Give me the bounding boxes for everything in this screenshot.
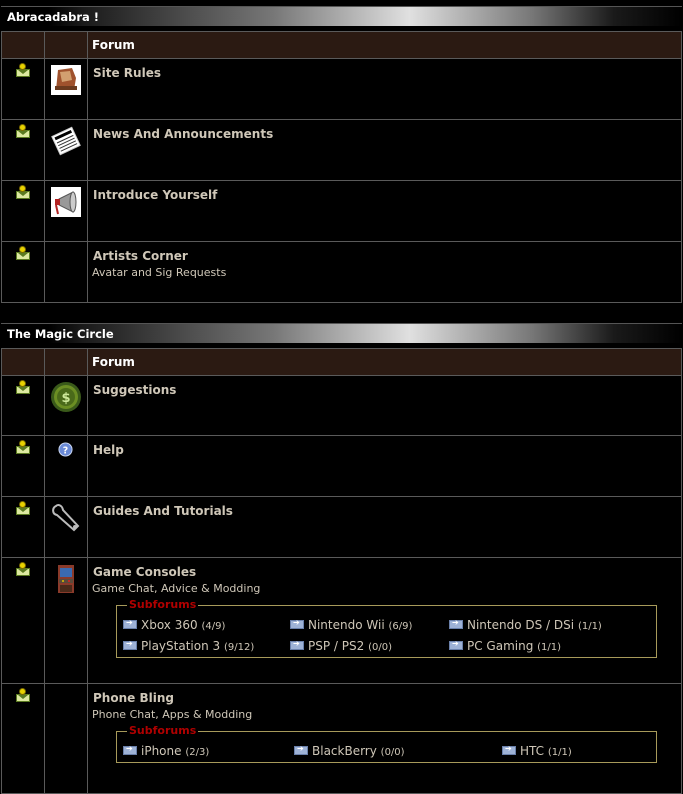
svg-text:?: ?	[63, 445, 68, 456]
forum-title-link[interactable]: Phone Bling	[93, 691, 681, 705]
subforum-link[interactable]: PlayStation 3 (9/12)	[123, 639, 290, 653]
subforum-link[interactable]: BlackBerry (0/0)	[294, 744, 502, 758]
no-new-posts-icon	[16, 124, 30, 138]
forum-description: Avatar and Sig Requests	[92, 266, 227, 279]
forum-title-link[interactable]: News And Announcements	[93, 127, 681, 141]
icon-cell	[44, 58, 88, 120]
svg-text:$: $	[61, 391, 70, 406]
forum-row: $ Suggestions	[1, 375, 682, 436]
forum-row: Guides And Tutorials	[1, 496, 682, 558]
forum-title-link[interactable]: Site Rules	[93, 66, 681, 80]
subforums-label: Subforums	[127, 598, 199, 611]
header-blank	[1, 31, 45, 59]
no-new-posts-icon	[16, 440, 30, 454]
forum-table: Forum $ Suggestions ? Help Guides And Tu…	[1, 348, 682, 794]
forum-row: ? Help	[1, 435, 682, 497]
header-blank	[1, 348, 45, 376]
forum-info-cell: Site Rules	[87, 58, 682, 120]
no-new-posts-icon	[16, 185, 30, 199]
subforum-link[interactable]: Xbox 360 (4/9)	[123, 618, 290, 632]
header-blank	[44, 348, 88, 376]
subforums-box: Subforums iPhone (2/3) BlackBerry (0/0) …	[116, 724, 657, 763]
subforum-arrow-icon	[290, 639, 304, 650]
subforum-link[interactable]: Nintendo DS / DSi (1/1)	[449, 618, 656, 632]
forum-row: Artists Corner Avatar and Sig Requests	[1, 241, 682, 303]
subforum-arrow-icon	[123, 744, 137, 755]
forum-row: Introduce Yourself	[1, 180, 682, 242]
help-icon: ?	[58, 442, 73, 457]
forum-title-link[interactable]: Artists Corner	[93, 249, 681, 263]
forum-row: Site Rules	[1, 58, 682, 120]
forum-title-link[interactable]: Game Consoles	[93, 565, 681, 579]
forum-title-link[interactable]: Suggestions	[93, 383, 681, 397]
subforum-link[interactable]: Nintendo Wii (6/9)	[290, 618, 449, 632]
no-new-posts-icon	[16, 63, 30, 77]
subforum-arrow-icon	[502, 744, 516, 755]
subforum-arrow-icon	[123, 618, 137, 629]
megaphone-icon	[51, 187, 81, 217]
arcade-cabinet-icon	[58, 565, 74, 593]
subforum-arrow-icon	[123, 639, 137, 650]
subforum-link[interactable]: HTC (1/1)	[502, 744, 656, 758]
no-new-posts-icon	[16, 562, 30, 576]
forum-title-link[interactable]: Help	[93, 443, 681, 457]
forum-description: Game Chat, Advice & Modding	[92, 582, 261, 595]
forum-title-link[interactable]: Introduce Yourself	[93, 188, 681, 202]
no-new-posts-icon	[16, 688, 30, 702]
forum-row: News And Announcements	[1, 119, 682, 181]
subforum-link[interactable]: PC Gaming (1/1)	[449, 639, 656, 653]
subforum-link[interactable]: PSP / PS2 (0/0)	[290, 639, 449, 653]
category-title[interactable]: Abracadabra !	[1, 6, 682, 26]
forum-description: Phone Chat, Apps & Modding	[92, 708, 253, 721]
subforum-arrow-icon	[449, 618, 463, 629]
forum-row: Phone Bling Phone Chat, Apps & Modding S…	[1, 683, 682, 794]
subforum-link[interactable]: iPhone (2/3)	[123, 744, 294, 758]
subforums-box: Subforums Xbox 360 (4/9) Nintendo Wii (6…	[116, 598, 657, 658]
subforums-label: Subforums	[127, 724, 199, 737]
no-new-posts-icon	[16, 246, 30, 260]
category-title[interactable]: The Magic Circle	[1, 323, 682, 343]
no-new-posts-icon	[16, 380, 30, 394]
header-blank	[44, 31, 88, 59]
wrench-icon	[52, 504, 80, 532]
forum-column-header: Forum	[87, 348, 682, 376]
forum-title-link[interactable]: Guides And Tutorials	[93, 504, 681, 518]
forum-table: Forum Site Rules News And Announcements …	[1, 31, 682, 303]
subforum-arrow-icon	[290, 618, 304, 629]
newspaper-icon	[51, 126, 81, 156]
no-new-posts-icon	[16, 501, 30, 515]
subforum-arrow-icon	[294, 744, 308, 755]
site-rules-icon	[51, 65, 81, 95]
forum-row: Game Consoles Game Chat, Advice & Moddin…	[1, 557, 682, 684]
green-coin-icon: $	[51, 382, 81, 412]
forum-column-header: Forum	[87, 31, 682, 59]
subforum-arrow-icon	[449, 639, 463, 650]
status-cell	[1, 58, 45, 120]
